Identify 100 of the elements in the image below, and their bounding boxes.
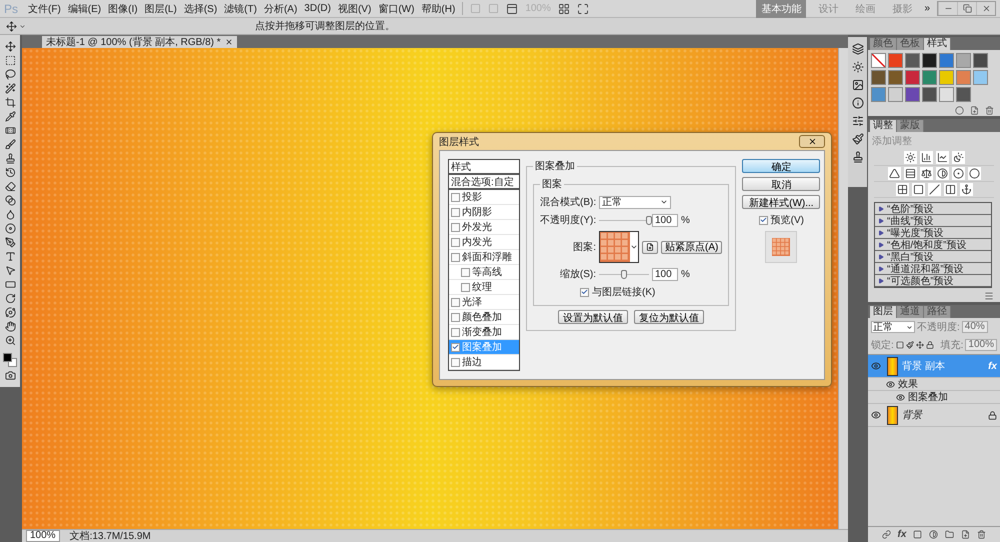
- style-swatch[interactable]: [905, 87, 920, 102]
- style-list-item[interactable]: 外发光: [449, 220, 519, 235]
- cancel-button[interactable]: 取消: [742, 177, 820, 191]
- eye-icon[interactable]: [896, 392, 905, 402]
- input-field[interactable]: 100: [652, 214, 678, 226]
- style-swatch[interactable]: [973, 70, 988, 85]
- grid-icon[interactable]: [558, 2, 570, 14]
- menu-item[interactable]: 选择(S): [184, 2, 218, 16]
- preset-item[interactable]: “色阶”预设: [875, 203, 991, 215]
- mask-icon[interactable]: [913, 530, 922, 539]
- style-list-item[interactable]: 光泽: [449, 295, 519, 310]
- new-style-button[interactable]: 新建样式(W)...: [742, 195, 820, 209]
- eye-icon[interactable]: [871, 361, 881, 371]
- image-icon[interactable]: [852, 79, 864, 91]
- snap-origin-button[interactable]: 贴紧原点(A): [661, 240, 722, 254]
- new-layer-icon[interactable]: [961, 530, 970, 539]
- style-swatch[interactable]: [922, 70, 937, 85]
- color-swatches[interactable]: [3, 353, 17, 367]
- history-icon[interactable]: [4, 167, 16, 178]
- eye-icon[interactable]: [871, 410, 881, 420]
- style-swatch[interactable]: [956, 87, 971, 102]
- blend-mode-dropdown[interactable]: 正常: [871, 321, 915, 333]
- lock-pixels-icon[interactable]: [896, 341, 904, 349]
- brush-icon[interactable]: [852, 133, 864, 145]
- slider-thumb[interactable]: [646, 216, 652, 224]
- eye-icon[interactable]: [886, 380, 895, 388]
- default-button[interactable]: 设置为默认值: [558, 310, 628, 324]
- style-swatch[interactable]: [871, 87, 886, 102]
- move-icon[interactable]: [4, 41, 16, 52]
- menu-item[interactable]: 图像(I): [108, 2, 138, 16]
- sun-icon[interactable]: [852, 61, 864, 73]
- sliders-icon[interactable]: [852, 115, 864, 127]
- scrollbar[interactable]: [838, 48, 848, 529]
- panel-tab[interactable]: 通道: [897, 306, 924, 318]
- style-list-item[interactable]: 投影: [449, 190, 519, 205]
- move-icon[interactable]: [916, 341, 924, 349]
- hand-icon[interactable]: [4, 321, 16, 332]
- panel-tab[interactable]: 色板: [897, 38, 924, 50]
- lasso-icon[interactable]: [4, 69, 16, 80]
- clear-icon[interactable]: [955, 106, 964, 115]
- menu-item[interactable]: 文件(F): [28, 2, 61, 16]
- sun-icon[interactable]: [904, 152, 916, 163]
- checkbox[interactable]: [451, 358, 460, 366]
- menu-item[interactable]: 图层(L): [144, 2, 177, 16]
- panel-tab[interactable]: 图层: [870, 306, 897, 318]
- preset-item[interactable]: “黑白”预设: [875, 251, 991, 263]
- default-button[interactable]: 复位为默认值: [634, 310, 704, 324]
- checkbox[interactable]: [451, 222, 460, 232]
- checkbox[interactable]: [451, 328, 460, 336]
- layer-effect-row[interactable]: 图案叠加: [868, 391, 1000, 404]
- view-icon[interactable]: [506, 2, 518, 14]
- style-list-item[interactable]: 颜色叠加: [449, 310, 519, 325]
- style-swatch[interactable]: [888, 87, 903, 102]
- style-swatch[interactable]: [871, 53, 886, 68]
- preset-item[interactable]: “可选颜色”预设: [875, 275, 991, 287]
- menu-item[interactable]: 编辑(E): [68, 2, 102, 16]
- checkbox[interactable]: [758, 216, 768, 224]
- zoom-field[interactable]: 100%: [26, 530, 60, 542]
- style-list-item[interactable]: 斜面和浮雕: [449, 250, 519, 265]
- brush-icon[interactable]: [906, 341, 914, 349]
- preset-item[interactable]: “通道混和器”预设: [875, 263, 991, 275]
- style-list-item[interactable]: 内发光: [449, 235, 519, 250]
- droplet-icon[interactable]: [4, 209, 16, 220]
- new-icon[interactable]: [970, 106, 979, 115]
- screen-mode-icon[interactable]: [576, 2, 589, 14]
- marquee-icon[interactable]: [4, 55, 16, 66]
- preset-item[interactable]: “曝光度”预设: [875, 227, 991, 239]
- style-swatch[interactable]: [871, 70, 886, 85]
- slider-thumb[interactable]: [621, 270, 627, 278]
- new-preset-button[interactable]: [642, 240, 658, 254]
- style-list-item[interactable]: 纹理: [449, 280, 519, 295]
- style-swatch[interactable]: [956, 70, 971, 85]
- type-icon[interactable]: [4, 251, 16, 262]
- fx-button[interactable]: fx: [898, 529, 906, 540]
- close-button[interactable]: [799, 135, 825, 148]
- style-swatch[interactable]: [973, 53, 988, 68]
- close-icon[interactable]: [224, 38, 233, 46]
- pointer-icon[interactable]: [4, 265, 16, 276]
- layers-icon[interactable]: [852, 43, 864, 55]
- checkbox[interactable]: [451, 298, 460, 306]
- blend-mode-dropdown[interactable]: 正常: [599, 196, 671, 208]
- stamp-icon[interactable]: [852, 151, 864, 163]
- balance-icon[interactable]: [920, 168, 932, 179]
- checkbox[interactable]: [580, 288, 589, 296]
- caret-icon[interactable]: [19, 22, 26, 30]
- orbit-icon[interactable]: [4, 307, 16, 318]
- style-list-item[interactable]: 混合选项:自定: [449, 175, 519, 190]
- triangle-icon[interactable]: [888, 168, 900, 179]
- eraser-icon[interactable]: [4, 181, 16, 192]
- layer-effect-row[interactable]: 效果: [868, 378, 1000, 391]
- style-swatch[interactable]: [956, 53, 971, 68]
- circle-dot-icon[interactable]: [952, 168, 964, 179]
- menu-item[interactable]: 滤镜(T): [224, 2, 257, 16]
- menu-item[interactable]: 帮助(H): [421, 2, 456, 16]
- panel-tab[interactable]: 蒙版: [897, 120, 924, 132]
- checkbox[interactable]: [451, 342, 460, 352]
- rectangle-icon[interactable]: [4, 279, 16, 290]
- adjustment-icon[interactable]: [929, 530, 938, 539]
- style-list-item[interactable]: 描边: [449, 355, 519, 370]
- panel-tab[interactable]: 路径: [924, 306, 951, 318]
